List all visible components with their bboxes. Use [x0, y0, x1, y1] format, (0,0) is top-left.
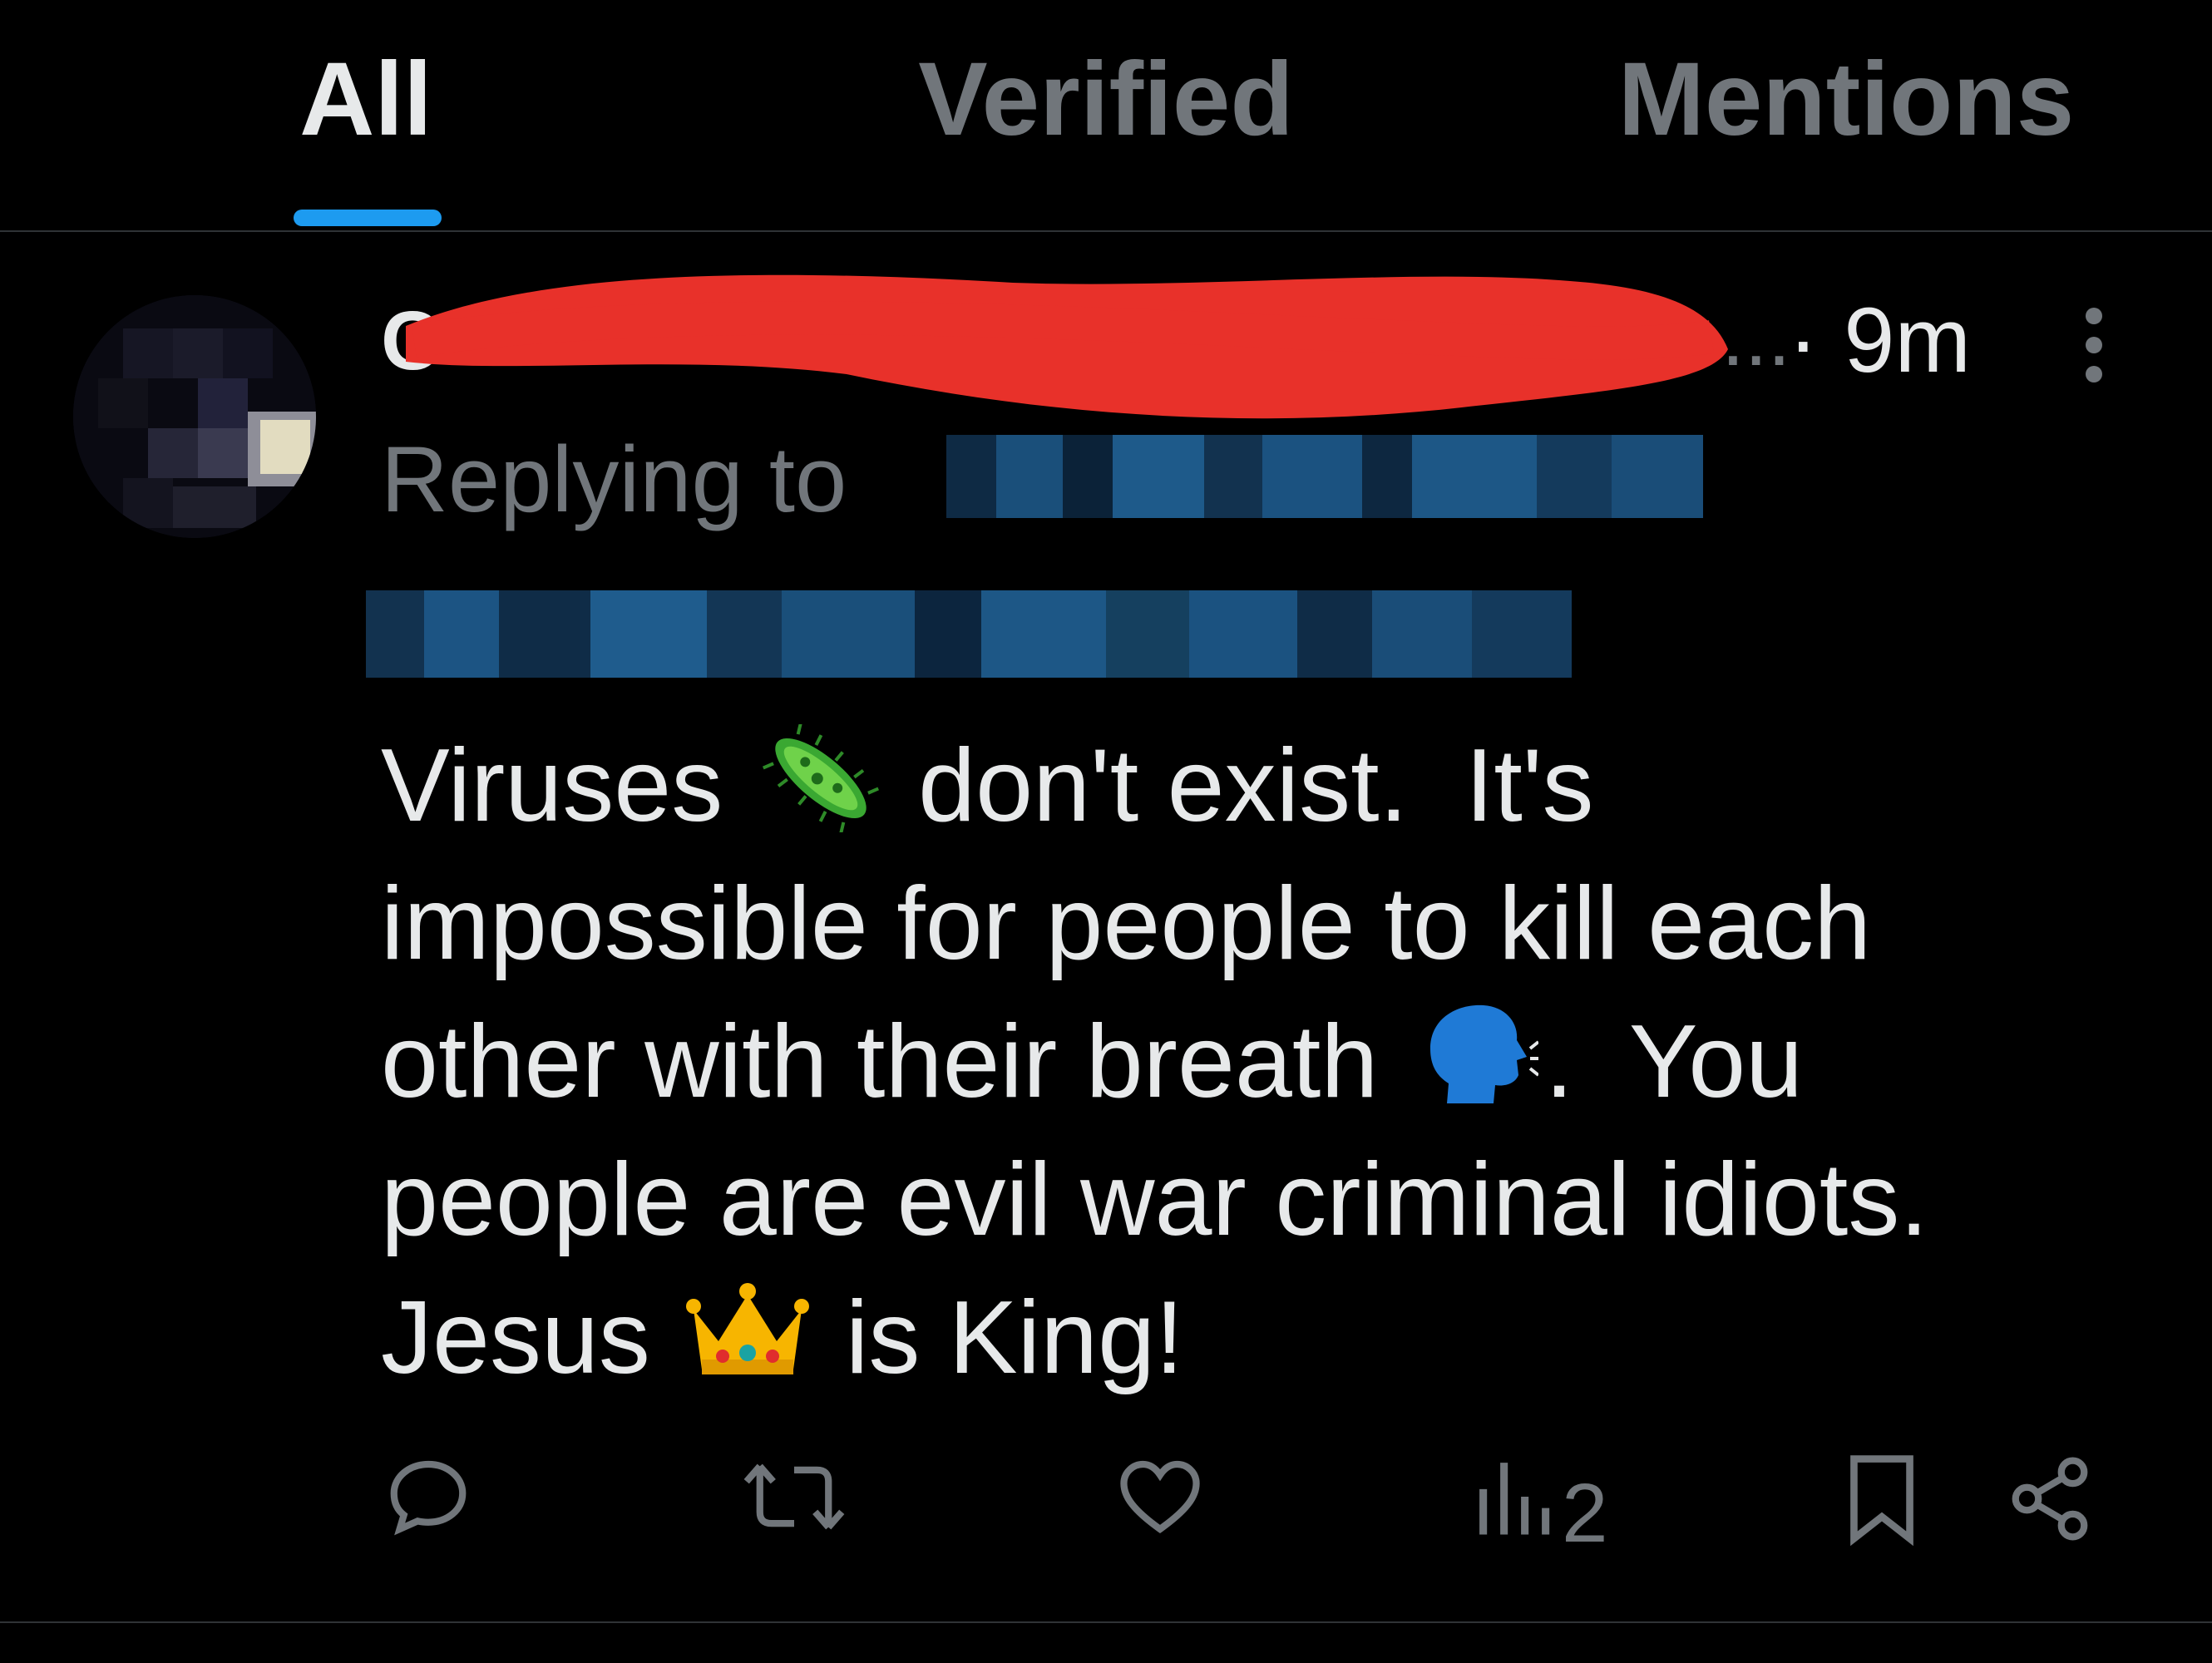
tweet-text: Viruses don't exist. It's impossible for… — [381, 717, 2127, 1407]
bottom-divider — [0, 1621, 2212, 1623]
tweet-time[interactable]: · 9m — [1788, 291, 1971, 391]
avatar[interactable] — [73, 295, 316, 538]
retweet-icon[interactable] — [740, 1451, 848, 1576]
replying-to-label: Replying to — [381, 427, 847, 531]
tab-mentions[interactable]: Mentions — [1597, 33, 2096, 166]
bookmark-icon[interactable] — [1844, 1451, 1919, 1576]
replying-to-handles-redacted-1[interactable] — [946, 435, 1703, 518]
tweet-text-line3-a: other with their breath — [381, 1004, 1379, 1119]
microbe-emoji-icon — [762, 724, 879, 832]
tweet-text-line3-b: . You — [1544, 1004, 1804, 1119]
share-icon[interactable] — [2004, 1451, 2096, 1576]
tab-verified[interactable]: Verified — [898, 33, 1314, 166]
tweet-text-line4: people are evil war criminal idiots. — [381, 1142, 1928, 1257]
tweet-text-line5-b: is King! — [845, 1281, 1184, 1395]
heart-icon[interactable] — [1114, 1451, 1206, 1576]
tweet-text-line5-a: Jesus — [381, 1281, 650, 1395]
tabs-divider — [0, 230, 2212, 232]
reply-icon[interactable] — [383, 1451, 474, 1576]
crown-emoji-icon — [686, 1283, 810, 1374]
author-handle-tail: ... — [1721, 290, 1791, 383]
name-redaction-scribble — [406, 274, 1728, 419]
notification-tabs: All Verified Mentions — [0, 0, 2212, 231]
views-icon[interactable] — [1472, 1451, 1555, 1576]
tweet-action-bar: 2 — [0, 1451, 2212, 1584]
more-options-icon[interactable] — [2062, 299, 2121, 391]
replying-to-handles-redacted-2[interactable] — [366, 590, 1572, 678]
speaking-head-emoji-icon — [1429, 1004, 1538, 1103]
tweet-text-line1-b: don't exist. It's — [918, 728, 1594, 843]
views-count: 2 — [1562, 1467, 1608, 1560]
tab-all[interactable]: All — [283, 33, 449, 166]
tweet-text-line1-a: Viruses — [381, 728, 723, 843]
active-tab-indicator — [294, 210, 442, 226]
tweet-text-line2: impossible for people to kill each — [381, 866, 1872, 981]
